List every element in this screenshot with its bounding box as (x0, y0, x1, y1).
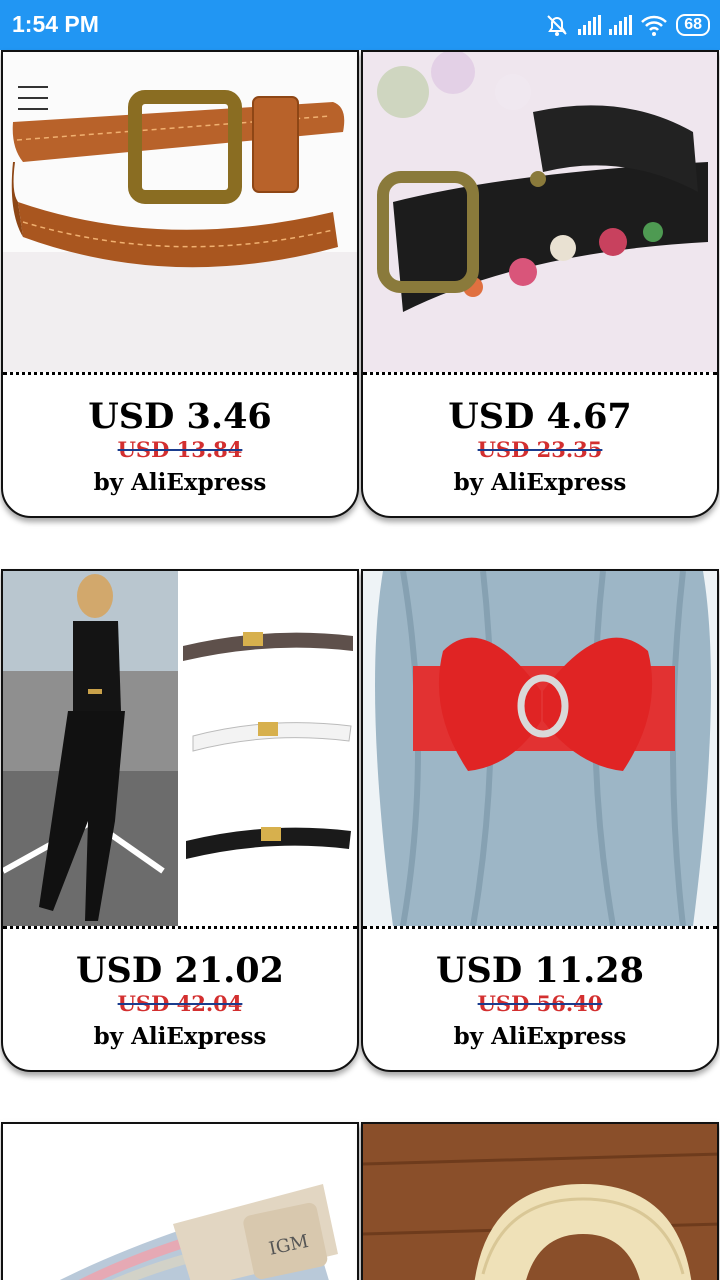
product-seller: by AliExpress (453, 1023, 627, 1050)
product-image-red-bow-belt (363, 571, 717, 926)
product-seller: by AliExpress (93, 469, 267, 496)
wifi-icon (641, 15, 668, 36)
status-bar: 1:54 PM 68 (0, 0, 720, 50)
signal-icon-1 (578, 15, 602, 35)
product-old-price: USD 56.40 (477, 991, 603, 1016)
product-card[interactable]: IGM (1, 1122, 359, 1280)
product-image-canvas-belt (363, 1124, 717, 1280)
product-old-price: USD 13.84 (117, 437, 243, 462)
product-image-floral-belt (363, 52, 717, 372)
product-card[interactable]: USD 3.46 USD 13.84 by AliExpress (1, 50, 359, 518)
status-time: 1:54 PM (12, 11, 99, 37)
menu-icon[interactable] (18, 86, 48, 112)
product-price: USD 4.67 (448, 396, 632, 437)
product-card[interactable] (361, 1122, 719, 1280)
product-price: USD 3.46 (88, 396, 272, 437)
product-price: USD 21.02 (76, 950, 284, 991)
mute-bell-icon (547, 15, 567, 36)
product-price: USD 11.28 (436, 950, 644, 991)
product-seller: by AliExpress (93, 1023, 267, 1050)
battery-icon: 68 (676, 14, 710, 36)
product-card[interactable]: USD 11.28 USD 56.40 by AliExpress (361, 569, 719, 1072)
status-icons: 68 (544, 10, 710, 40)
product-seller: by AliExpress (453, 469, 627, 496)
product-card[interactable]: USD 4.67 USD 23.35 by AliExpress (361, 50, 719, 518)
product-image-braided-belt: IGM (3, 1124, 357, 1280)
product-image-thin-belts (3, 571, 357, 926)
product-image-brown-belt (3, 52, 357, 372)
product-card[interactable]: USD 21.02 USD 42.04 by AliExpress (1, 569, 359, 1072)
product-old-price: USD 23.35 (477, 437, 603, 462)
product-old-price: USD 42.04 (117, 991, 243, 1016)
signal-icon-2 (609, 15, 633, 35)
